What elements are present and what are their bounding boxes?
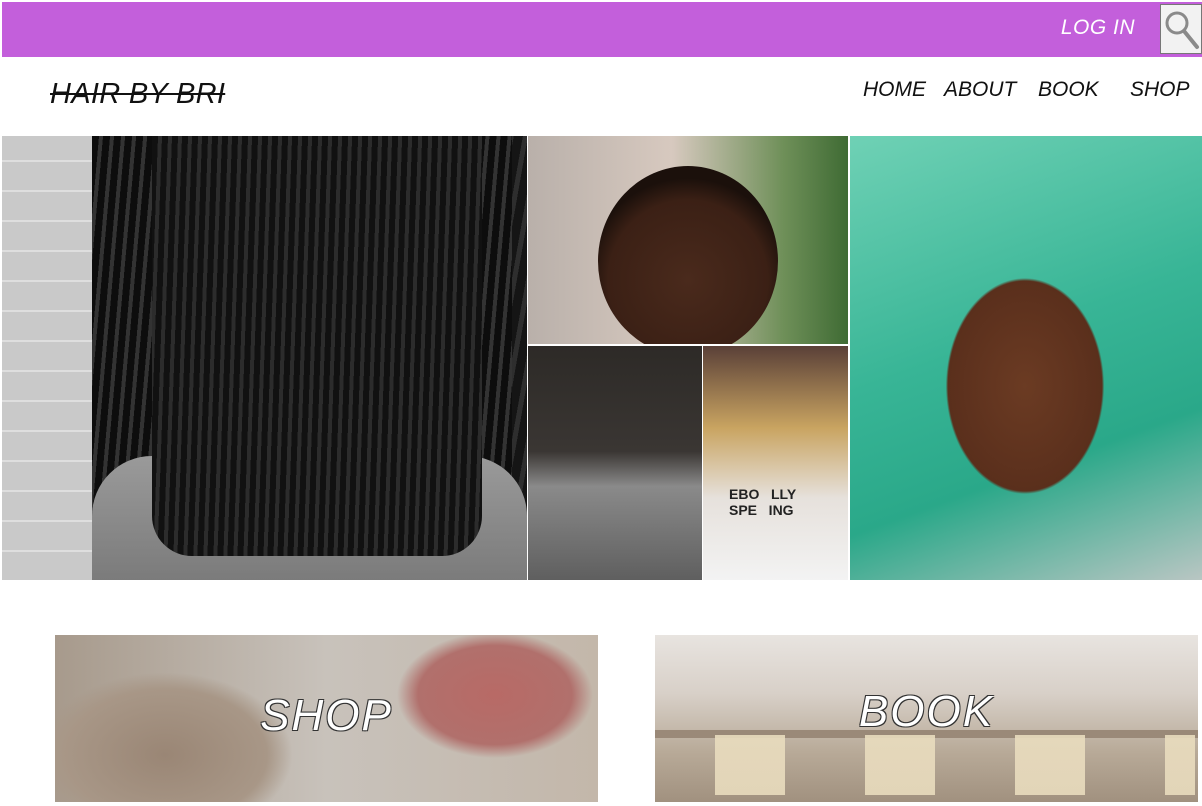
gallery-photo-natural-hair bbox=[528, 346, 702, 580]
book-card[interactable]: BOOK bbox=[655, 635, 1198, 802]
shop-card-label: SHOP bbox=[260, 691, 393, 740]
gallery-photo-puff-style bbox=[528, 136, 848, 344]
book-card-label: BOOK bbox=[858, 687, 995, 736]
photo-face bbox=[598, 166, 778, 344]
photo-braids-front bbox=[152, 136, 482, 556]
salon-chairs bbox=[715, 735, 1195, 795]
search-button[interactable] bbox=[1160, 4, 1202, 54]
login-link[interactable]: LOG IN bbox=[1061, 16, 1135, 40]
nav-book[interactable]: BOOK bbox=[1038, 78, 1099, 102]
gallery-photo-blonde-bob: EBO LLY SPE ING bbox=[703, 346, 848, 580]
nav-about[interactable]: ABOUT bbox=[944, 78, 1016, 102]
search-icon bbox=[1165, 11, 1199, 49]
shop-card[interactable]: SHOP bbox=[55, 635, 598, 802]
site-logo[interactable]: HAIR BY BRI bbox=[50, 78, 225, 111]
gallery-photo-teal-wig bbox=[850, 136, 1202, 580]
top-bar: LOG IN bbox=[2, 2, 1202, 57]
nav-shop[interactable]: SHOP bbox=[1130, 78, 1190, 102]
nav-home[interactable]: HOME bbox=[863, 78, 926, 102]
gallery-photo-box-braids bbox=[2, 136, 527, 580]
photo-tee-text: EBO LLY SPE ING bbox=[729, 486, 797, 518]
